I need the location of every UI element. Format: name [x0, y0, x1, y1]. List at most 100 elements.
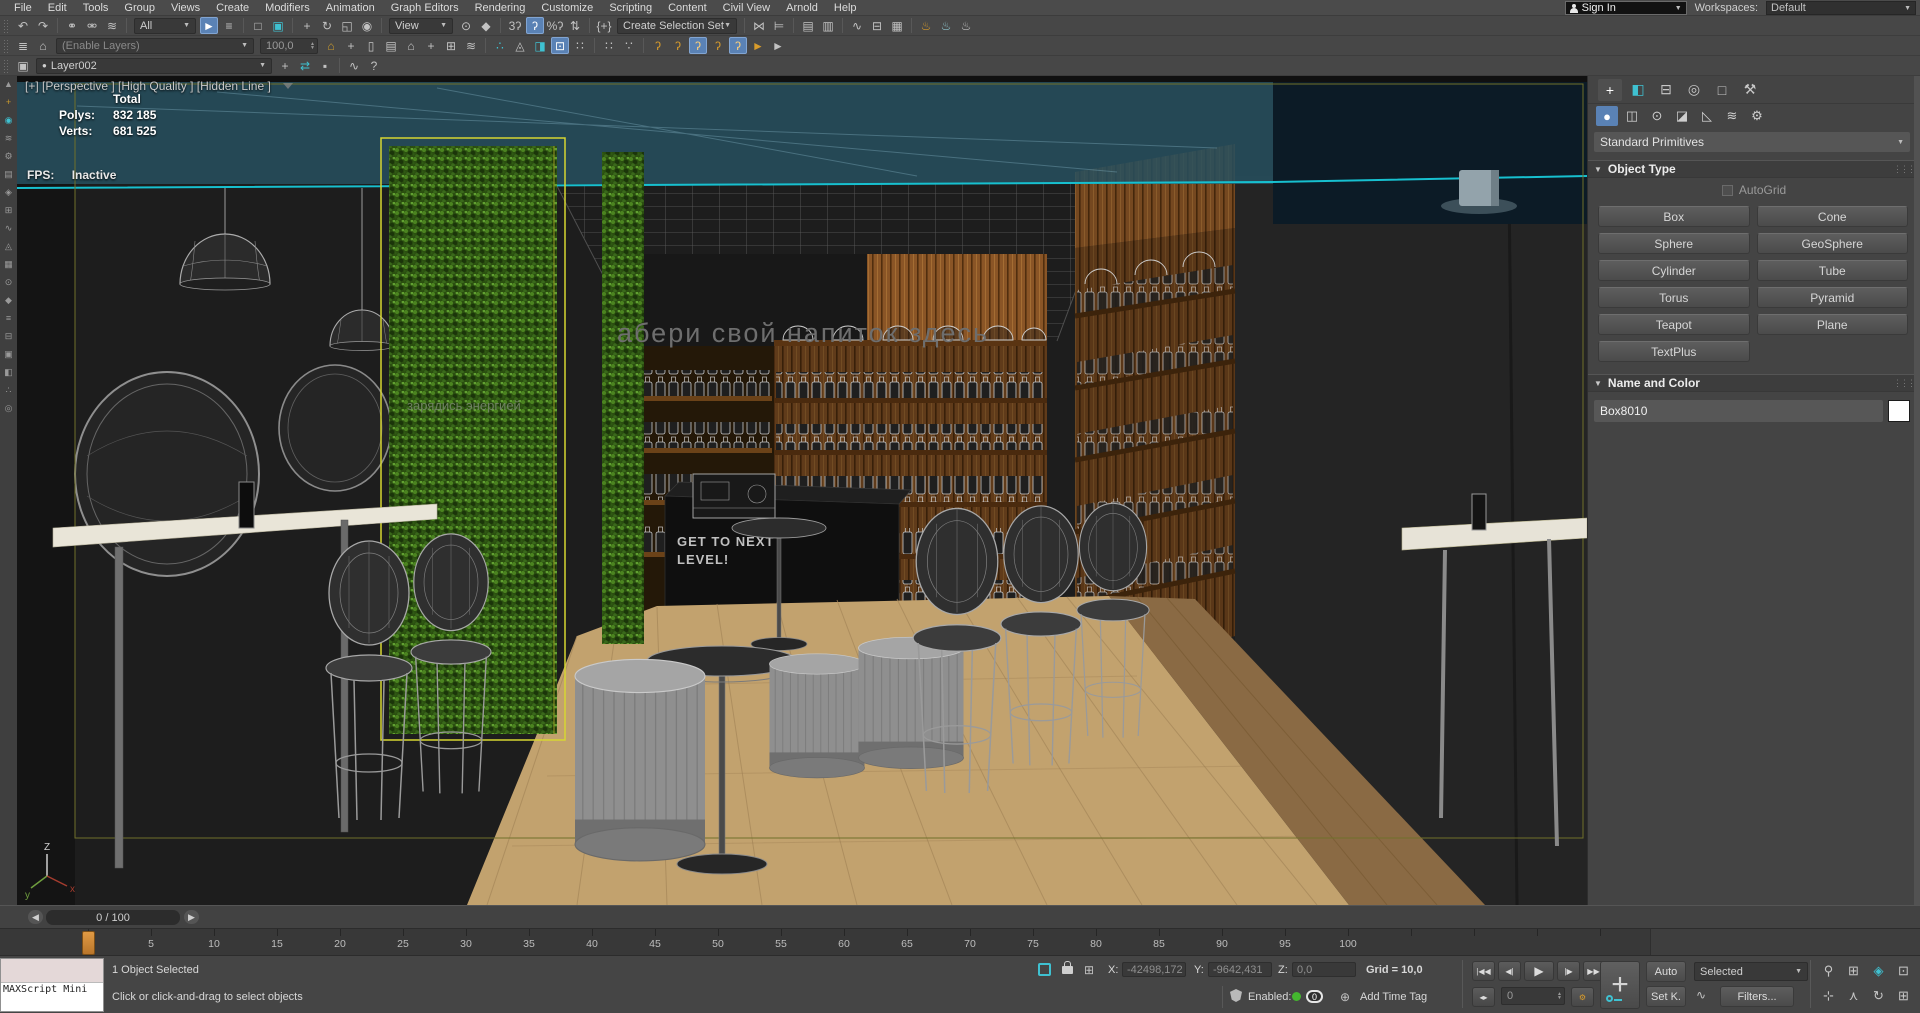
menu-create[interactable]: Create [208, 0, 257, 16]
spinner-arrows-icon[interactable]: ▲▼ [1557, 992, 1562, 1000]
toolbar-grip[interactable] [3, 59, 9, 73]
side-tool-object-paint-icon[interactable]: ≋ [5, 134, 13, 143]
toggle-scene-explorer-icon[interactable]: ▤ [799, 17, 817, 34]
name-and-color-rollout[interactable]: ▼ Name and Color ⋮⋮⋮ [1588, 374, 1920, 392]
align-icon[interactable]: ⊨ [770, 17, 788, 34]
side-tool-diamond-icon[interactable]: ◆ [5, 296, 12, 305]
rectangular-selection-region-icon[interactable]: □ [249, 17, 267, 34]
toolbar-grip[interactable] [3, 39, 9, 53]
pivot-surface-icon[interactable]: ◬ [511, 37, 529, 54]
absolute-mode-transform-icon[interactable]: ⊞ [1084, 964, 1094, 976]
snap-2d-icon[interactable]: ʔ [689, 37, 707, 54]
primitive-category-dropdown[interactable]: Standard Primitives ▼ [1594, 132, 1910, 152]
select-object-icon[interactable]: ► [200, 17, 218, 34]
render-setup-icon[interactable]: ♨ [917, 17, 935, 34]
object-type-rollout[interactable]: ▼ Object Type ⋮⋮⋮ [1588, 160, 1920, 178]
maxscript-input-line[interactable] [1, 959, 103, 983]
isolate-selection-icon[interactable] [1038, 963, 1051, 976]
menu-help[interactable]: Help [826, 0, 865, 16]
time-range-field[interactable]: 0 / 100 [46, 910, 180, 925]
viewport-label[interactable]: [+] [Perspective ] [High Quality ] [Hidd… [25, 79, 293, 93]
primitive-button-plane[interactable]: Plane [1757, 314, 1909, 335]
add-time-tag-label[interactable]: Add Time Tag [1360, 991, 1427, 1003]
select-by-name-icon[interactable]: ≡ [220, 17, 238, 34]
selection-filter-dropdown[interactable]: All▼ [134, 18, 196, 34]
primitive-button-torus[interactable]: Torus [1598, 287, 1750, 308]
time-slider-handle[interactable] [82, 931, 95, 955]
primitive-button-pyramid[interactable]: Pyramid [1757, 287, 1909, 308]
redo-icon[interactable]: ↷ [34, 17, 52, 34]
zoom-icon[interactable]: ⚲ [1818, 961, 1839, 981]
side-tool-list-icon[interactable]: ≡ [6, 314, 11, 323]
viewport-label-text[interactable]: [+] [Perspective ] [High Quality ] [Hidd… [25, 79, 271, 93]
selection-lock-icon[interactable] [1062, 966, 1073, 974]
range-next-button[interactable]: ▶ [184, 910, 199, 924]
selection-bracket-toggle-icon[interactable]: ⊡ [551, 37, 569, 54]
undo-icon[interactable]: ↶ [14, 17, 32, 34]
select-and-rotate-icon[interactable]: ↻ [318, 17, 336, 34]
rendered-frame-window-icon[interactable]: ♨ [937, 17, 955, 34]
key-filters-button[interactable]: Filters... [1720, 986, 1794, 1007]
track-curve-icon[interactable]: ∿ [345, 57, 363, 74]
primitive-button-sphere[interactable]: Sphere [1598, 233, 1750, 254]
create-layer-small-icon[interactable]: + [276, 57, 294, 74]
layer-group-icon[interactable]: ⊞ [442, 37, 460, 54]
select-and-move-icon[interactable]: + [298, 17, 316, 34]
layer-properties-icon[interactable]: ▤ [382, 37, 400, 54]
spinner-arrows-icon[interactable]: ▲▼ [310, 42, 315, 50]
use-pivot-point-center-icon[interactable]: ⊙ [457, 17, 475, 34]
key-selection-dropdown[interactable]: Selected ▼ [1694, 962, 1808, 981]
key-mode-toggle-button[interactable]: ◂▸ [1472, 987, 1495, 1007]
freeze-layer-icon[interactable]: ▪ [316, 57, 334, 74]
cursor-snap-arrow-icon[interactable]: ► [749, 37, 767, 54]
delete-layer-icon[interactable]: ▯ [362, 37, 380, 54]
previous-frame-button[interactable]: ◀| [1498, 961, 1521, 981]
menu-civil-view[interactable]: Civil View [715, 0, 778, 16]
display-tab-icon[interactable]: □ [1710, 79, 1734, 101]
primitive-button-cylinder[interactable]: Cylinder [1598, 260, 1750, 281]
key-filters-icon[interactable]: ⚙ [1571, 987, 1594, 1007]
toggle-layer-explorer-icon[interactable]: ▥ [819, 17, 837, 34]
select-and-link-icon[interactable]: ⚭ [63, 17, 81, 34]
grid-dots-icon[interactable]: ∷ [571, 37, 589, 54]
default-tangents-icon[interactable]: ∿ [1696, 989, 1706, 1001]
side-tool-target-icon[interactable]: ⊙ [5, 278, 13, 287]
systems-subtab-icon[interactable]: ⚙ [1746, 106, 1768, 126]
menu-edit[interactable]: Edit [40, 0, 75, 16]
caddy-shield-icon[interactable] [1230, 989, 1242, 1002]
side-tool-grid-icon[interactable]: ▤ [4, 170, 13, 179]
percent-snap-toggle-icon[interactable]: %ʔ [546, 17, 564, 34]
space-warps-subtab-icon[interactable]: ≋ [1721, 106, 1743, 126]
spinner-snap-toggle-icon[interactable]: ⇅ [566, 17, 584, 34]
zoom-all-icon[interactable]: ⊞ [1843, 961, 1864, 981]
menu-scripting[interactable]: Scripting [601, 0, 660, 16]
current-frame-field[interactable]: 0▲▼ [1501, 987, 1565, 1005]
snap-half-icon[interactable]: ʔ [669, 37, 687, 54]
hierarchy-tab-icon[interactable]: ⊟ [1654, 79, 1678, 101]
snaps-toggle-icon[interactable]: 3ʔ [506, 17, 524, 34]
perspective-viewport[interactable]: GET TO NEXT LEVEL! [17, 76, 1587, 905]
toolbar-grip[interactable] [3, 19, 9, 33]
side-tool-box-icon[interactable]: ▣ [4, 350, 13, 359]
time-tag-sphere-icon[interactable]: ⊕ [1340, 991, 1350, 1003]
shapes-subtab-icon[interactable]: ◫ [1621, 106, 1643, 126]
layer-hide-icon[interactable]: ≋ [462, 37, 480, 54]
side-tool-modeling-icon[interactable]: ▲ [4, 80, 13, 89]
primitive-button-box[interactable]: Box [1598, 206, 1750, 227]
side-tool-cone-icon[interactable]: ◬ [5, 242, 12, 251]
viewport-scene[interactable]: GET TO NEXT LEVEL! [17, 76, 1587, 905]
select-and-place-icon[interactable]: ◉ [358, 17, 376, 34]
notification-count-badge[interactable]: 0 [1306, 990, 1323, 1003]
add-to-layer-icon[interactable]: + [342, 37, 360, 54]
maxscript-mini-listener[interactable]: MAXScript Mini [0, 958, 104, 1012]
zoom-region-icon[interactable]: ⊡ [1893, 961, 1914, 981]
side-tool-material-icon[interactable]: ▦ [4, 260, 13, 269]
maximize-viewport-toggle-icon[interactable]: ⊞ [1893, 986, 1914, 1006]
auto-key-button[interactable]: Auto [1646, 961, 1686, 982]
side-tool-dots-icon[interactable]: ∴ [6, 386, 12, 395]
snap-standard-icon[interactable]: ʔ [649, 37, 667, 54]
side-tool-schematic-icon[interactable]: ⊟ [5, 332, 13, 341]
menu-arnold[interactable]: Arnold [778, 0, 826, 16]
edit-named-selection-sets-icon[interactable]: {+} [595, 17, 613, 34]
workspace-dropdown[interactable]: Default ▼ [1766, 1, 1916, 15]
